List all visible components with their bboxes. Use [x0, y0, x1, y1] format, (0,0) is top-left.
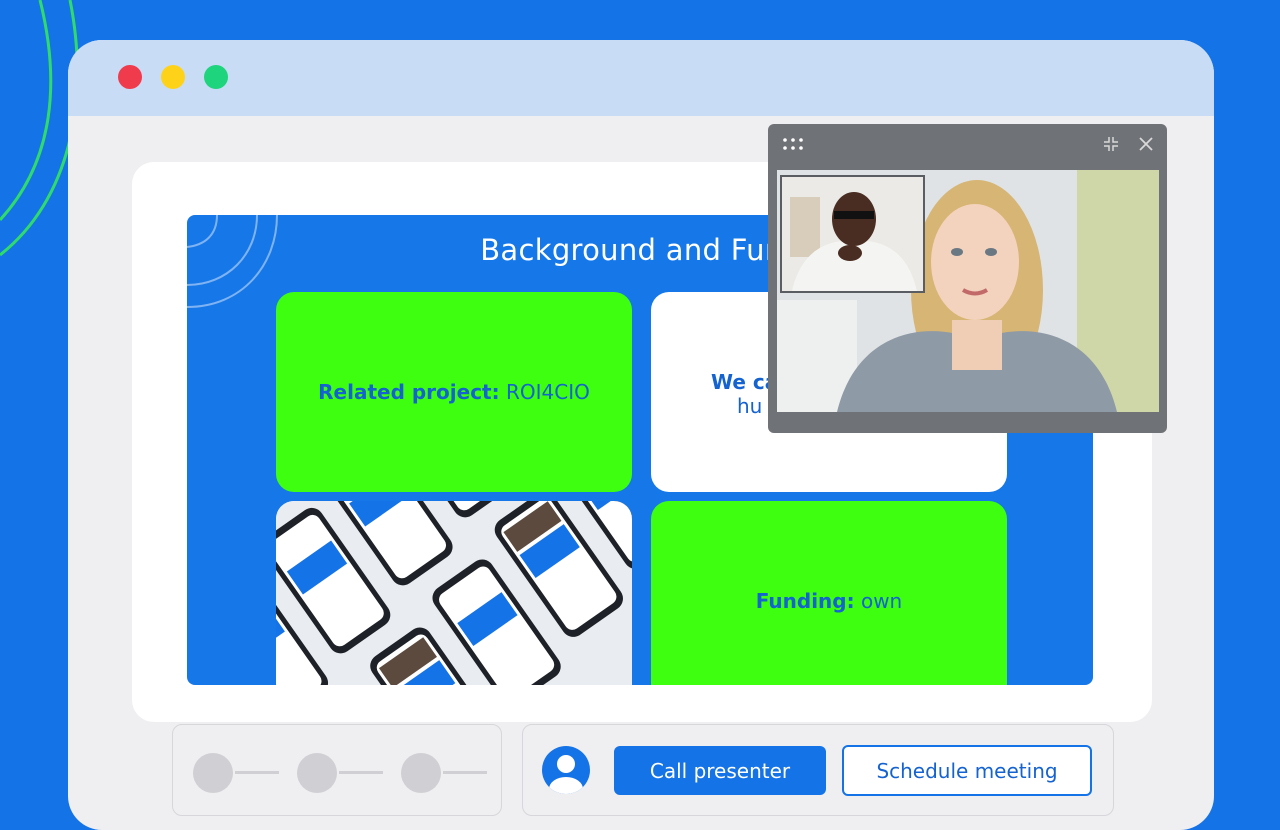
- step-connector: [339, 771, 383, 774]
- step-indicator: [193, 753, 233, 793]
- step-indicator: [401, 753, 441, 793]
- related-project-value: ROI4CIO: [499, 380, 590, 404]
- app-screenshots-image: [276, 501, 632, 685]
- related-project-tile: Related project: ROI4CIO: [276, 292, 632, 492]
- step-connector: [235, 771, 279, 774]
- browser-titlebar: [68, 40, 1214, 116]
- schedule-meeting-button[interactable]: Schedule meeting: [842, 745, 1092, 796]
- close-icon[interactable]: [1138, 136, 1154, 152]
- collapse-icon[interactable]: [1103, 136, 1119, 152]
- funding-label: Funding:: [755, 589, 855, 613]
- funding-tile: Funding: own: [651, 501, 1007, 685]
- funding-value: own: [854, 589, 903, 613]
- progress-steps-panel: [172, 724, 502, 816]
- call-presenter-button[interactable]: Call presenter: [614, 746, 826, 795]
- step-indicator: [297, 753, 337, 793]
- user-avatar-icon: [542, 746, 590, 794]
- step-connector: [443, 771, 487, 774]
- participant-thumbnail-video: [780, 175, 925, 293]
- window-maximize-dot[interactable]: [204, 65, 228, 89]
- related-project-label: Related project:: [318, 380, 500, 404]
- window-minimize-dot[interactable]: [161, 65, 185, 89]
- window-close-dot[interactable]: [118, 65, 142, 89]
- drag-handle-icon[interactable]: [782, 137, 804, 151]
- phone-mockups-illustration: [276, 501, 632, 685]
- actions-panel: Call presenter Schedule meeting: [522, 724, 1114, 816]
- video-call-window[interactable]: [768, 124, 1167, 433]
